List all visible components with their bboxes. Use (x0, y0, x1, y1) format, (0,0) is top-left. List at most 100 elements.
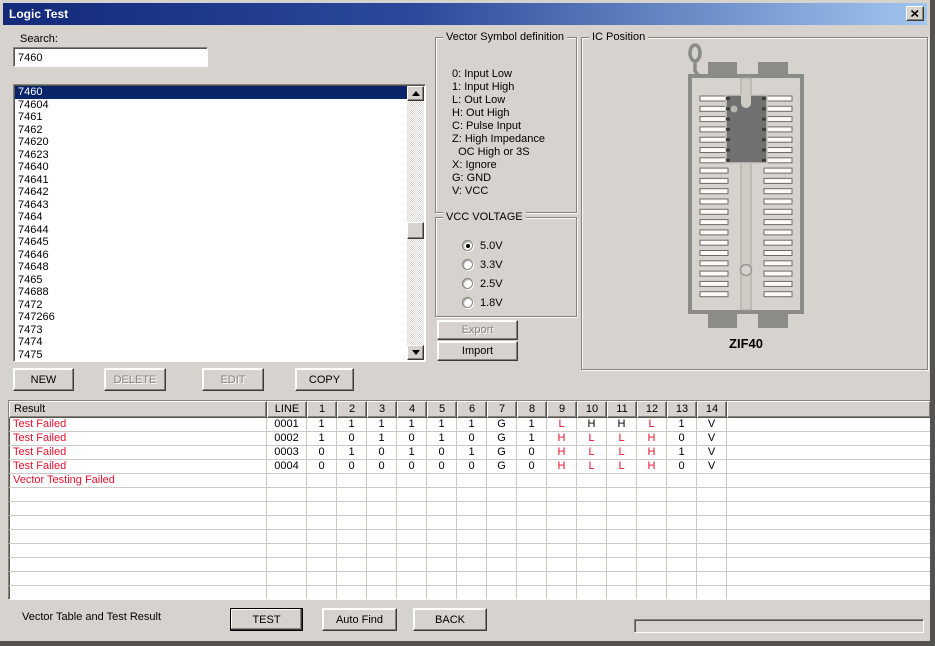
device-list-item[interactable]: 74623 (15, 149, 407, 162)
cell-pin: 0 (397, 432, 427, 445)
cell-filler (727, 460, 930, 473)
vcc-option-3.3V[interactable]: 3.3V (462, 255, 503, 274)
table-row (9, 558, 930, 572)
column-header-filler[interactable] (727, 401, 930, 418)
import-button[interactable]: Import (437, 341, 518, 361)
cell-pin (517, 474, 547, 487)
title-bar[interactable]: Logic Test (3, 3, 927, 25)
device-list-item[interactable]: 74642 (15, 186, 407, 199)
device-list-item[interactable]: 7472 (15, 299, 407, 312)
vcc-option-label: 5.0V (480, 240, 503, 252)
column-header-pin-8[interactable]: 8 (517, 401, 547, 418)
cell-pin: 1 (307, 432, 337, 445)
device-list[interactable]: 7460746047461746274620746237464074641746… (13, 84, 426, 362)
device-list-item[interactable]: 74646 (15, 249, 407, 262)
device-list-scrollbar[interactable] (407, 86, 424, 360)
column-header-pin-12[interactable]: 12 (637, 401, 667, 418)
column-header-pin-13[interactable]: 13 (667, 401, 697, 418)
device-list-item[interactable]: 7461 (15, 111, 407, 124)
cell-result (9, 516, 267, 529)
device-list-item[interactable]: 747266 (15, 311, 407, 324)
back-button[interactable]: BACK (413, 608, 487, 631)
radio-icon[interactable] (462, 240, 473, 251)
copy-button[interactable]: COPY (295, 368, 354, 391)
column-header-pin-9[interactable]: 9 (547, 401, 577, 418)
device-list-item[interactable]: 74648 (15, 261, 407, 274)
column-header-pin-1[interactable]: 1 (307, 401, 337, 418)
device-list-item[interactable]: 7462 (15, 124, 407, 137)
cell-pin (637, 586, 667, 599)
column-header-line[interactable]: LINE (267, 401, 307, 418)
vcc-option-5.0V[interactable]: 5.0V (462, 236, 503, 255)
column-header-pin-11[interactable]: 11 (607, 401, 637, 418)
cell-pin (307, 530, 337, 543)
cell-pin: L (547, 418, 577, 431)
vcc-option-1.8V[interactable]: 1.8V (462, 293, 503, 312)
table-row[interactable]: Test Failed0001111111G1LHHL1V (9, 418, 930, 432)
cell-pin (637, 530, 667, 543)
column-header-pin-7[interactable]: 7 (487, 401, 517, 418)
column-header-pin-6[interactable]: 6 (457, 401, 487, 418)
column-header-result[interactable]: Result (9, 401, 267, 418)
result-table-header[interactable]: ResultLINE1234567891011121314 (9, 401, 930, 418)
close-button[interactable] (906, 6, 924, 21)
cell-result: Test Failed (9, 418, 267, 431)
table-row[interactable]: Vector Testing Failed (9, 474, 930, 488)
radio-icon[interactable] (462, 297, 473, 308)
device-list-item[interactable]: 7474 (15, 336, 407, 349)
radio-icon[interactable] (462, 259, 473, 270)
cell-pin (487, 544, 517, 557)
cell-result (9, 558, 267, 571)
scrollbar-thumb[interactable] (407, 222, 424, 239)
table-row[interactable]: Test Failed0002101010G1HLLH0V (9, 432, 930, 446)
cell-result (9, 586, 267, 599)
device-list-item[interactable]: 74620 (15, 136, 407, 149)
delete-button[interactable]: DELETE (104, 368, 166, 391)
device-list-item[interactable]: 74604 (15, 99, 407, 112)
column-header-pin-4[interactable]: 4 (397, 401, 427, 418)
column-header-pin-3[interactable]: 3 (367, 401, 397, 418)
test-button[interactable]: TEST (230, 608, 303, 631)
vector-symbol-groupbox: Vector Symbol definition 0: Input Low1: … (435, 37, 577, 213)
cell-pin (487, 572, 517, 585)
edit-button[interactable]: EDIT (202, 368, 264, 391)
cell-pin (427, 516, 457, 529)
table-row (9, 516, 930, 530)
cell-line (267, 516, 307, 529)
column-header-pin-14[interactable]: 14 (697, 401, 727, 418)
cell-result (9, 530, 267, 543)
window-edge (0, 641, 935, 646)
column-header-pin-2[interactable]: 2 (337, 401, 367, 418)
device-list-item[interactable]: 7464 (15, 211, 407, 224)
cell-pin (337, 474, 367, 487)
vector-symbol-line: OC High or 3S (452, 146, 545, 159)
cell-pin (667, 502, 697, 515)
cell-pin (367, 502, 397, 515)
table-row[interactable]: Test Failed0004000000G0HLLH0V (9, 460, 930, 474)
device-list-item[interactable]: 74640 (15, 161, 407, 174)
column-header-pin-5[interactable]: 5 (427, 401, 457, 418)
scroll-up-button[interactable] (407, 86, 424, 101)
search-input[interactable] (13, 47, 208, 67)
device-list-item[interactable]: 7460 (15, 86, 407, 99)
device-list-item[interactable]: 74644 (15, 224, 407, 237)
new-button[interactable]: NEW (13, 368, 74, 391)
device-list-item[interactable]: 7475 (15, 349, 407, 361)
auto-find-button[interactable]: Auto Find (322, 608, 397, 631)
device-list-item[interactable]: 74688 (15, 286, 407, 299)
cell-line (267, 586, 307, 599)
scroll-down-button[interactable] (407, 345, 424, 360)
device-list-item[interactable]: 7473 (15, 324, 407, 337)
device-list-item[interactable]: 74641 (15, 174, 407, 187)
table-row[interactable]: Test Failed0003010101G0HLLH1V (9, 446, 930, 460)
device-list-item[interactable]: 7465 (15, 274, 407, 287)
device-list-item[interactable]: 74645 (15, 236, 407, 249)
column-header-pin-10[interactable]: 10 (577, 401, 607, 418)
export-button[interactable]: Export (437, 320, 518, 340)
cell-result: Test Failed (9, 460, 267, 473)
cell-filler (727, 558, 930, 571)
device-list-item[interactable]: 74643 (15, 199, 407, 212)
cell-pin (667, 544, 697, 557)
radio-icon[interactable] (462, 278, 473, 289)
vcc-option-2.5V[interactable]: 2.5V (462, 274, 503, 293)
